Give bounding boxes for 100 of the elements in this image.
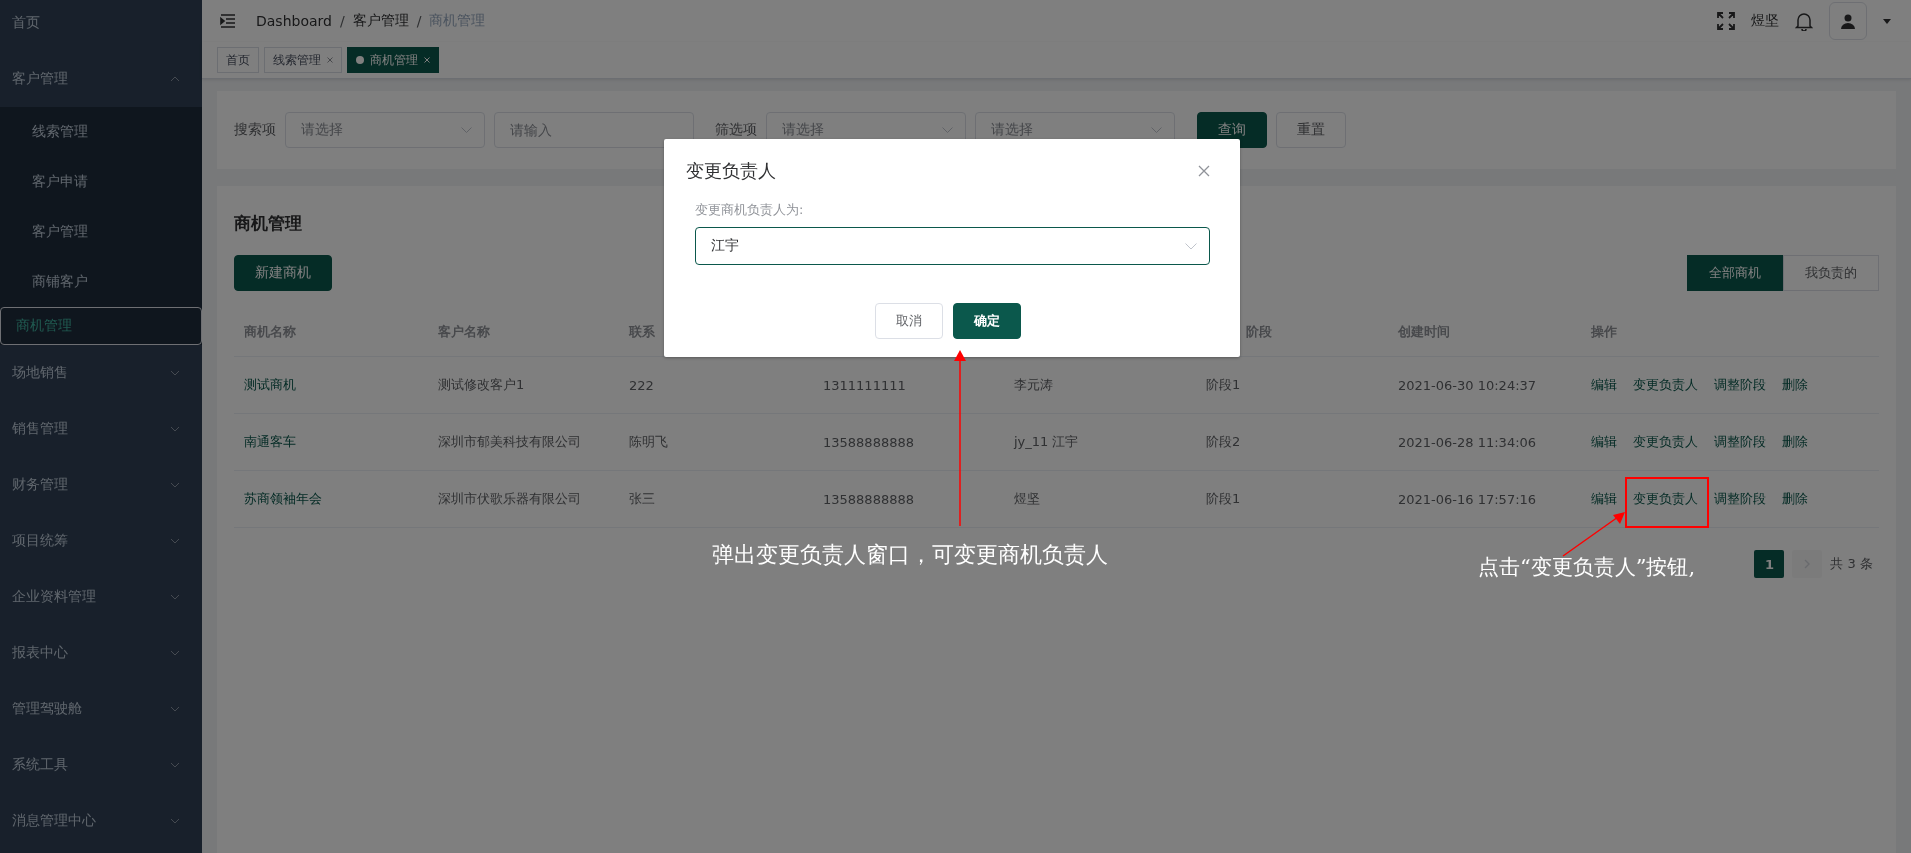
confirm-button[interactable]: 确定 (953, 303, 1021, 339)
sidebar-group[interactable]: 管理驾驶舱 (0, 681, 202, 737)
chevron-icon (170, 76, 180, 82)
menu-icon[interactable] (220, 14, 236, 28)
table-cell: 2021-06-28 11:34:06 (1398, 434, 1537, 450)
action-link[interactable]: 调整阶段 (1714, 433, 1766, 451)
sidebar-group[interactable]: 企业资料管理 (0, 569, 202, 625)
sidebar-group[interactable]: 销售管理 (0, 401, 202, 457)
page-tab[interactable]: 首页 (217, 47, 259, 73)
chevron-icon (942, 127, 953, 133)
table-cell: 13588888888 (823, 434, 914, 450)
sidebar-group-label: 项目统筹 (12, 532, 68, 550)
page-number[interactable]: 1 (1754, 550, 1785, 578)
sidebar-subitem[interactable]: 客户管理 (0, 207, 202, 257)
table-cell: jy_11 江宇 (1014, 434, 1079, 449)
sidebar-group-label: 消息管理中心 (12, 812, 96, 830)
owner-select[interactable]: 江宇 (695, 227, 1210, 265)
fullscreen-icon[interactable] (1717, 12, 1735, 30)
table-cell: 2021-06-30 10:24:37 (1398, 377, 1537, 393)
action-link[interactable]: 变更负责人 (1633, 490, 1698, 508)
new-button[interactable]: 新建商机 (234, 255, 332, 291)
search-input[interactable]: 请输入 (494, 112, 694, 148)
action-link[interactable]: 编辑 (1591, 376, 1617, 394)
chevron-icon (461, 127, 472, 133)
page-tab[interactable]: 线索管理 (264, 47, 342, 73)
scope-toggle-button[interactable]: 全部商机 (1687, 255, 1783, 291)
chevron-icon (170, 818, 180, 824)
table-cell: 阶段1 (1206, 377, 1241, 392)
chevron-icon (170, 762, 180, 768)
chevron-icon (170, 706, 180, 712)
sidebar-group[interactable]: 客户管理 (0, 51, 202, 107)
sidebar-group[interactable]: 消息管理中心 (0, 793, 202, 849)
cancel-button[interactable]: 取消 (875, 303, 943, 339)
sidebar-group-label: 管理驾驶舱 (12, 700, 82, 718)
action-link[interactable]: 变更负责人 (1633, 433, 1698, 451)
page-tab[interactable]: 商机管理 (347, 47, 439, 73)
sidebar-subitem[interactable]: 客户申请 (0, 157, 202, 207)
action-link[interactable]: 删除 (1782, 376, 1808, 394)
breadcrumb-separator: / (339, 13, 345, 29)
sidebar-group[interactable]: 财务管理 (0, 457, 202, 513)
sidebar-group[interactable]: 报表中心 (0, 625, 202, 681)
table-cell: 阶段1 (1206, 491, 1241, 506)
breadcrumb-item[interactable]: Dashboard (256, 13, 332, 29)
sidebar-group[interactable]: 项目统筹 (0, 513, 202, 569)
scope-toggle-button[interactable]: 我负责的 (1783, 255, 1879, 291)
action-link[interactable]: 编辑 (1591, 490, 1617, 508)
chevron-icon (1185, 242, 1197, 250)
annotation-text: 点击“变更负责人”按钮, (1478, 554, 1696, 581)
table-cell: 煜坚 (1014, 491, 1040, 506)
sidebar-item[interactable]: 首页 (0, 0, 202, 51)
caret-icon[interactable] (1883, 18, 1891, 24)
action-link[interactable]: 变更负责人 (1633, 376, 1698, 394)
table-cell: 深圳市郁美科技有限公司 (438, 434, 581, 449)
table-cell: 张三 (629, 491, 655, 506)
bell-icon[interactable] (1795, 11, 1813, 31)
avatar-button[interactable] (1829, 2, 1867, 40)
sidebar-subitem[interactable]: 线索管理 (0, 107, 202, 157)
close-icon[interactable] (1198, 165, 1210, 177)
dialog-title: 变更负责人 (686, 159, 776, 183)
sidebar-group-label: 销售管理 (12, 420, 68, 438)
opportunity-link[interactable]: 苏商领袖年会 (244, 491, 322, 506)
breadcrumb-item[interactable]: 客户管理 (352, 12, 409, 30)
sidebar-subitem[interactable]: 商机管理 (0, 307, 202, 345)
opportunity-link[interactable]: 南通客车 (244, 434, 296, 449)
filter-label: 筛选项 (715, 121, 757, 139)
table-cell: 李元涛 (1014, 377, 1053, 392)
chevron-icon (170, 538, 180, 544)
action-link[interactable]: 删除 (1782, 490, 1808, 508)
filter-label: 搜索项 (234, 121, 276, 139)
sidebar-subitem[interactable]: 商铺客户 (0, 257, 202, 307)
action-link[interactable]: 编辑 (1591, 433, 1617, 451)
total-count: 共 3 条 (1830, 555, 1873, 573)
user-icon (1840, 13, 1856, 29)
sidebar-group[interactable]: 系统工具 (0, 737, 202, 793)
action-link[interactable]: 调整阶段 (1714, 490, 1766, 508)
action-link[interactable]: 删除 (1782, 433, 1808, 451)
sidebar-group[interactable]: 场地销售 (0, 345, 202, 401)
chevron-icon (1151, 127, 1162, 133)
sidebar-group-label: 企业资料管理 (12, 588, 96, 606)
chevron-icon (170, 482, 180, 488)
page-tab-label: 线索管理 (273, 51, 321, 69)
sidebar-group-label: 报表中心 (12, 644, 68, 662)
opportunity-link[interactable]: 测试商机 (244, 377, 296, 392)
sidebar-group-label: 场地销售 (12, 364, 68, 382)
reset-button[interactable]: 重置 (1276, 112, 1346, 148)
breadcrumb-separator: / (416, 13, 422, 29)
table-cell: 测试修改客户1 (438, 377, 525, 392)
table-cell: 深圳市伏歌乐器有限公司 (438, 491, 581, 506)
chevron-icon (170, 370, 180, 376)
annotation-text: 弹出变更负责人窗口，可变更商机负责人 (712, 541, 1108, 569)
table-cell: 13588888888 (823, 491, 914, 507)
table-cell: 陈明飞 (629, 434, 668, 449)
user-name[interactable]: 煜坚 (1751, 12, 1779, 30)
panel-title: 商机管理 (234, 212, 303, 235)
table-cell: 1311111111 (823, 377, 906, 393)
action-link[interactable]: 调整阶段 (1714, 376, 1766, 394)
sidebar-group-label: 系统工具 (12, 756, 68, 774)
chevron-icon (170, 594, 180, 600)
table-cell: 2021-06-16 17:57:16 (1398, 491, 1537, 507)
table-cell: 222 (629, 377, 654, 393)
